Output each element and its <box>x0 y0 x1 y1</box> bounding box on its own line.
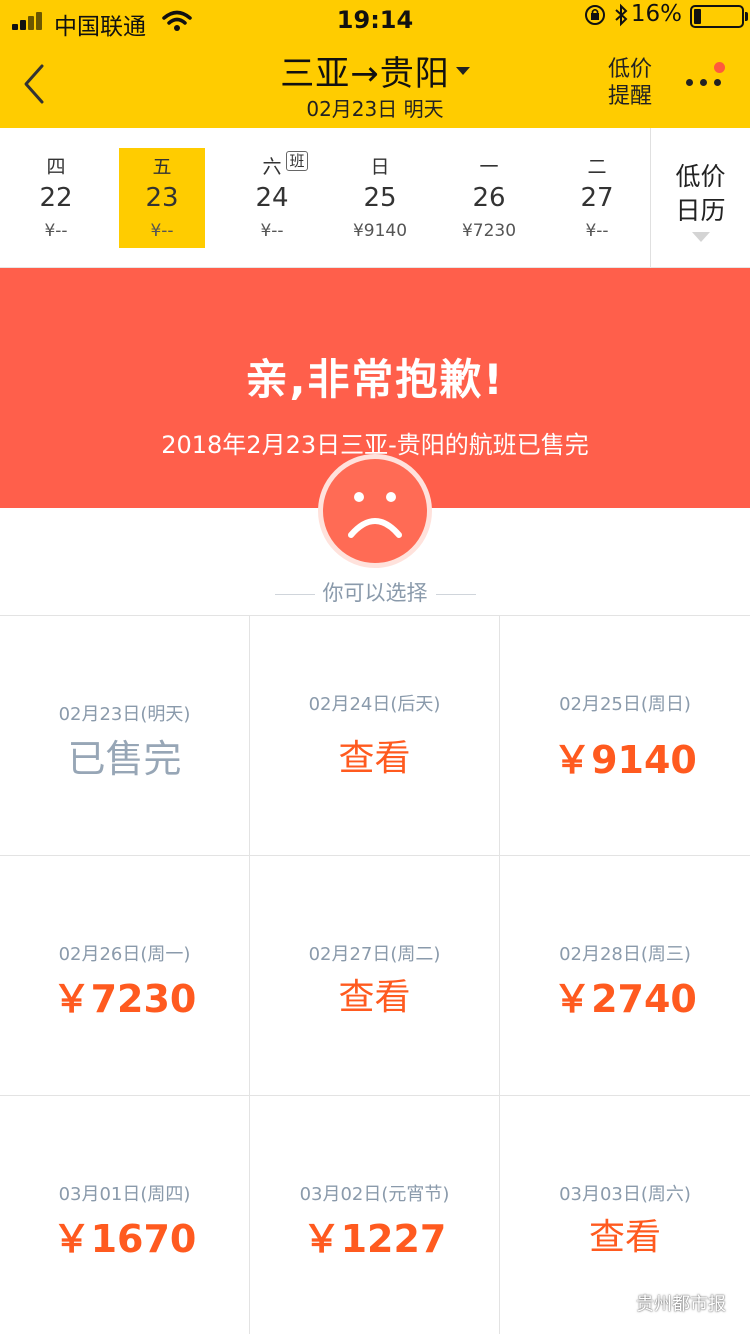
date-strip: 四 22 ¥-- 五 23 ¥-- 六班 24 ¥-- 日 25 ¥9140 一… <box>0 128 750 268</box>
day-price: ¥7230 <box>461 221 517 241</box>
calendar-label: 低价 日历 <box>675 162 726 225</box>
day-price: ¥9140 <box>352 221 408 241</box>
route-selector[interactable]: 三亚→贵阳 <box>280 46 470 95</box>
rotation-lock-icon <box>585 5 605 25</box>
weekday-label: 日 <box>370 156 390 178</box>
choose-divider: 你可以选择 <box>0 577 750 607</box>
day-number: 26 <box>472 183 506 213</box>
chevron-down-icon <box>692 232 710 242</box>
battery-nub <box>745 12 748 21</box>
option-date: 02月25日(周日) <box>559 694 691 715</box>
date-item[interactable]: 四 22 ¥-- <box>13 148 99 248</box>
weekday-label: 五 <box>152 156 172 178</box>
option-date: 03月02日(元宵节) <box>299 1184 450 1205</box>
option-view: 查看 <box>588 1217 661 1258</box>
banner-headline: 亲,非常抱歉! <box>245 355 505 404</box>
bluetooth-icon <box>615 3 628 27</box>
watermark-label: 贵州都市报 <box>636 1294 726 1315</box>
more-button[interactable] <box>682 62 726 100</box>
day-price: ¥-- <box>260 221 284 241</box>
choose-label: 你可以选择 <box>322 581 428 605</box>
day-number: 23 <box>145 183 179 213</box>
notification-badge <box>714 62 725 73</box>
date-item[interactable]: 六班 24 ¥-- <box>229 148 315 248</box>
option-price: ￥7230 <box>52 977 197 1021</box>
option-price: ￥1227 <box>302 1217 447 1261</box>
more-dot-icon <box>714 79 721 86</box>
option-date: 03月01日(周四) <box>58 1184 191 1205</box>
weekday-label: 一 <box>479 156 499 178</box>
date-item[interactable]: 一 26 ¥7230 <box>446 148 532 248</box>
date-option-cell[interactable]: 02月28日(周三) ￥2740 <box>500 856 750 1096</box>
day-price: ¥-- <box>150 221 174 241</box>
option-price: ￥1670 <box>52 1217 197 1261</box>
weekday-label: 四 <box>46 156 66 178</box>
option-date: 02月26日(周一) <box>58 944 191 965</box>
weekday-label: 六班 <box>262 151 308 178</box>
date-option-cell[interactable]: 03月01日(周四) ￥1670 <box>0 1096 250 1334</box>
option-date: 03月03日(周六) <box>559 1184 691 1205</box>
sad-face-icon <box>318 454 432 568</box>
weekday-label: 二 <box>587 156 607 178</box>
day-number: 24 <box>255 183 289 213</box>
battery-percent: 16% <box>630 1 682 27</box>
date-option-cell[interactable]: 02月27日(周二) 查看 <box>250 856 500 1096</box>
option-price: ￥2740 <box>553 977 697 1021</box>
option-date: 02月23日(明天) <box>58 704 191 725</box>
date-options-grid: 02月23日(明天) 已售完 02月24日(后天) 查看 02月25日(周日) … <box>0 615 750 1334</box>
option-sold-out: 已售完 <box>67 737 182 781</box>
more-dot-icon <box>700 79 707 86</box>
caret-down-icon <box>455 66 470 75</box>
date-option-cell[interactable]: 02月24日(后天) 查看 <box>250 616 500 856</box>
option-view: 查看 <box>338 738 411 779</box>
date-option-cell[interactable]: 02月23日(明天) 已售完 <box>0 616 250 856</box>
option-view: 查看 <box>338 977 411 1018</box>
date-option-cell[interactable]: 02月26日(周一) ￥7230 <box>0 856 250 1096</box>
header: 中国联通 19:14 16% 三亚→贵阳 02月23日 明天 低价 提醒 <box>0 0 750 128</box>
divider-line <box>435 593 476 595</box>
option-date: 02月28日(周三) <box>559 944 691 965</box>
route-title: 三亚→贵阳 <box>280 54 450 94</box>
option-price: ￥9140 <box>553 738 697 782</box>
nav-bar: 三亚→贵阳 02月23日 明天 低价 提醒 <box>0 40 750 128</box>
price-alert-button[interactable]: 低价 提醒 <box>600 56 660 110</box>
option-date: 02月24日(后天) <box>308 694 441 715</box>
shift-badge: 班 <box>286 151 308 171</box>
price-alert-label-1: 低价 <box>607 57 652 82</box>
battery-icon <box>690 5 744 28</box>
date-item[interactable]: 日 25 ¥9140 <box>337 148 423 248</box>
date-item[interactable]: 二 27 ¥-- <box>554 148 640 248</box>
divider-line <box>274 593 315 595</box>
option-date: 02月27日(周二) <box>308 944 441 965</box>
date-item-selected[interactable]: 五 23 ¥-- <box>119 148 205 248</box>
status-bar: 中国联通 19:14 16% <box>0 0 750 40</box>
more-dot-icon <box>686 79 693 86</box>
date-option-cell[interactable]: 03月02日(元宵节) ￥1227 <box>250 1096 500 1334</box>
day-number: 27 <box>580 183 614 213</box>
low-price-calendar-button[interactable]: 低价 日历 <box>650 128 750 267</box>
price-alert-label-2: 提醒 <box>607 84 652 109</box>
day-number: 22 <box>39 183 73 213</box>
day-price: ¥-- <box>44 221 68 241</box>
day-number: 25 <box>363 183 397 213</box>
date-option-cell[interactable]: 02月25日(周日) ￥9140 <box>500 616 750 856</box>
day-price: ¥-- <box>585 221 609 241</box>
